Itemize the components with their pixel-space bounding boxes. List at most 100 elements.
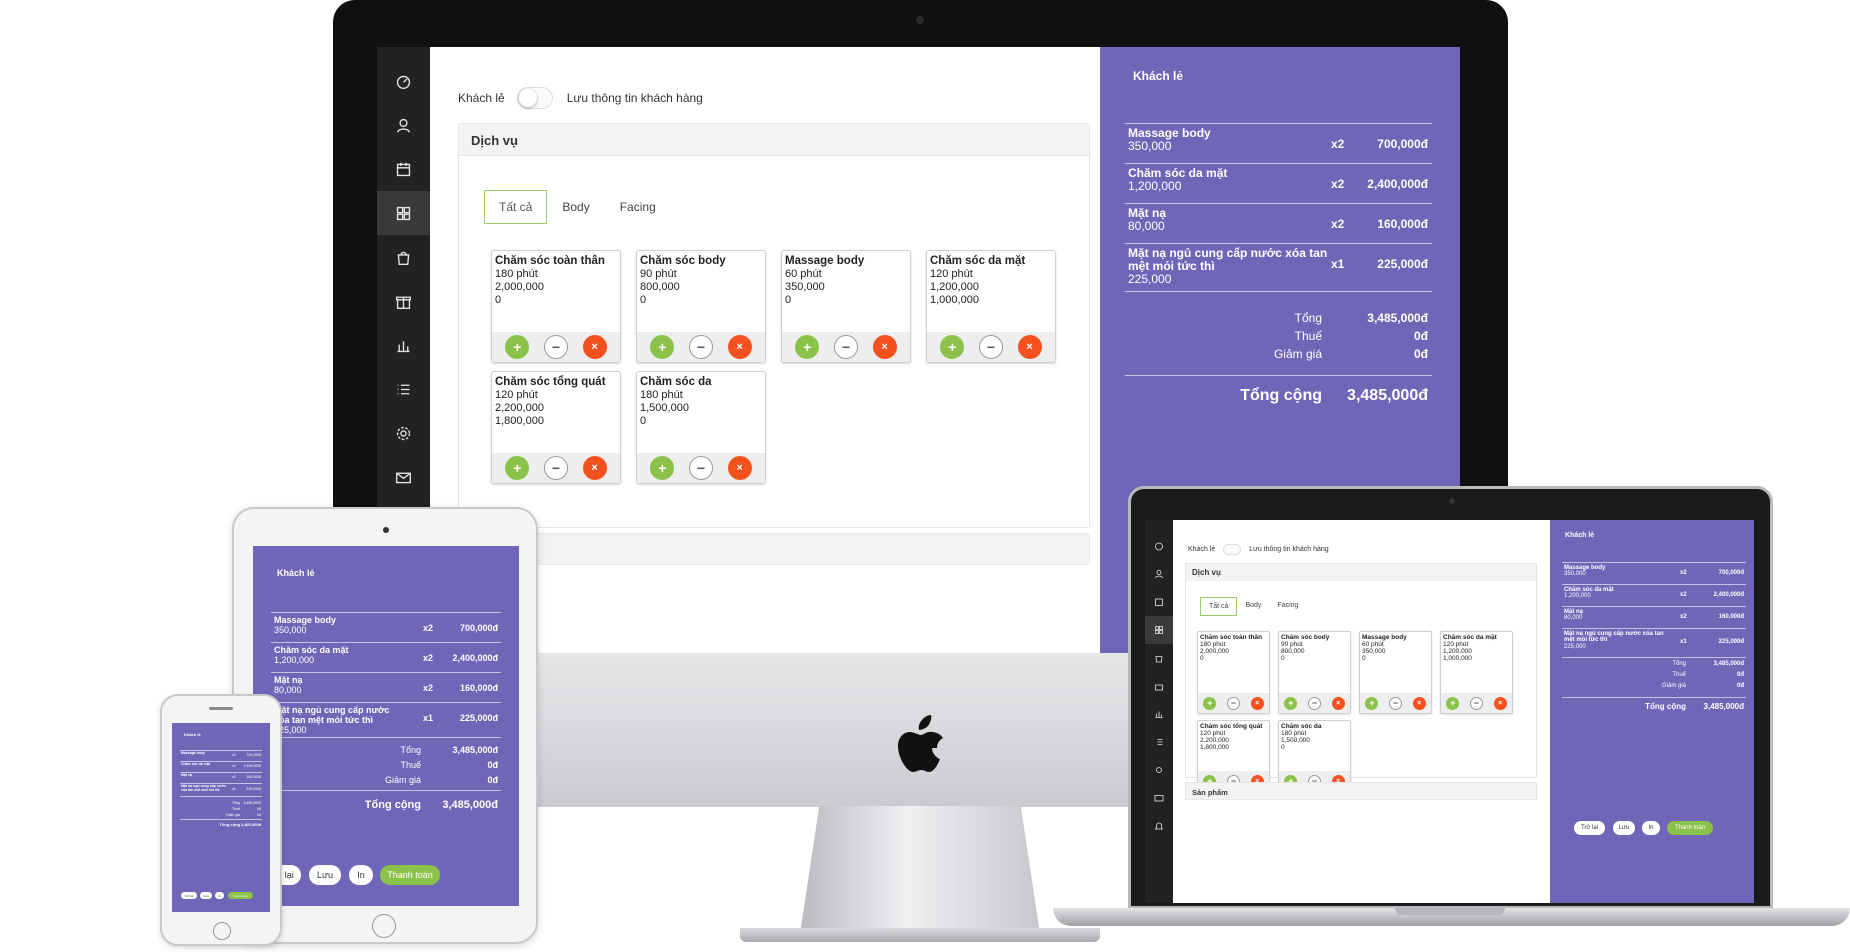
delete-button[interactable]: × (727, 456, 752, 480)
list-icon[interactable] (377, 367, 430, 411)
save-button[interactable]: Lưu (309, 865, 341, 885)
dashboard-icon[interactable] (377, 59, 430, 103)
back-button[interactable]: Trở lại (181, 892, 197, 899)
service-price: 350,000 (785, 281, 825, 293)
bill-items: Massage body x2 700,000đ Chăm sóc da mặt x2… (180, 750, 262, 797)
remove-button[interactable]: − (1307, 696, 1321, 710)
add-button[interactable]: + (940, 335, 965, 359)
pay-button[interactable]: Thanh toán (228, 892, 253, 899)
add-button[interactable]: + (1284, 696, 1298, 710)
gear-icon[interactable] (377, 411, 430, 455)
chart-icon[interactable] (377, 323, 430, 367)
products-panel-title[interactable]: Sản phẩm (1185, 782, 1537, 800)
service-card[interactable]: Chăm sóc body 90 phút 800,000 0 + − × (1278, 631, 1351, 714)
service-card[interactable]: Chăm sóc tổng quát 120 phút 2,200,000 1,… (491, 371, 621, 484)
pay-button[interactable]: Thanh toán (380, 865, 440, 885)
subtotal-value: 3,485,000đ (243, 801, 261, 805)
service-card[interactable]: Chăm sóc toàn thân 180 phút 2,000,000 0 … (491, 250, 621, 363)
delete-button[interactable]: × (1493, 696, 1507, 710)
delete-button[interactable]: × (1331, 696, 1345, 710)
remove-button[interactable]: − (543, 456, 568, 480)
remove-button[interactable]: − (833, 335, 858, 359)
bag-icon[interactable] (1145, 644, 1173, 672)
apple-logo-icon (898, 715, 943, 772)
service-card[interactable]: Chăm sóc da mặt 120 phút 1,200,000 1,000,00… (1440, 631, 1513, 714)
bag-icon[interactable] (377, 235, 430, 279)
service-price: 350,000 (1362, 648, 1386, 655)
customer-icon[interactable] (377, 103, 430, 147)
service-name: Massage body (785, 255, 865, 267)
add-button[interactable]: + (650, 335, 675, 359)
service-card[interactable]: Chăm sóc toàn thân 180 phút 2,000,000 0 + − × (1197, 631, 1270, 714)
remove-button[interactable]: − (1469, 696, 1483, 710)
service-card[interactable]: Chăm sóc da mặt 120 phút 1,200,000 1,000… (926, 250, 1056, 363)
mail-icon[interactable] (377, 455, 430, 499)
remove-button[interactable]: − (543, 335, 568, 359)
delete-button[interactable]: × (582, 335, 607, 359)
gift-icon[interactable] (1145, 672, 1173, 700)
discount-value: 0đ (487, 775, 498, 785)
gift-icon[interactable] (377, 279, 430, 323)
remove-button[interactable]: − (978, 335, 1003, 359)
total-value: 3,485,000đ (1347, 387, 1428, 404)
service-card[interactable]: Massage body 60 phút 350,000 0 + − × (1359, 631, 1432, 714)
tab-facing[interactable]: Facing (1269, 597, 1306, 616)
save-button[interactable]: Lưu (1613, 821, 1635, 835)
service-name: Chăm sóc body (1281, 634, 1330, 641)
service-actions: + − × (1279, 693, 1350, 713)
add-button[interactable]: + (1446, 696, 1460, 710)
gear-icon[interactable] (1145, 756, 1173, 784)
add-button[interactable]: + (505, 335, 530, 359)
delete-button[interactable]: × (872, 335, 897, 359)
service-card[interactable]: Chăm sóc da 180 phút 1,500,000 0 + − × (636, 371, 766, 484)
service-actions: + − × (1198, 693, 1269, 713)
delete-button[interactable]: × (1017, 335, 1042, 359)
calendar-icon[interactable] (1145, 588, 1173, 616)
list-icon[interactable] (1145, 728, 1173, 756)
delete-button[interactable]: × (1250, 696, 1264, 710)
delete-button[interactable]: × (582, 456, 607, 480)
print-button[interactable]: In (349, 865, 373, 885)
service-card[interactable]: Massage body 60 phút 350,000 0 + − × (781, 250, 911, 363)
remove-button[interactable]: − (1388, 696, 1402, 710)
tab-facing[interactable]: Facing (605, 190, 671, 224)
add-button[interactable]: + (650, 456, 675, 480)
remove-button[interactable]: − (1226, 696, 1240, 710)
add-button[interactable]: + (1365, 696, 1379, 710)
save-button[interactable]: Lưu (200, 892, 212, 899)
print-button[interactable]: In (215, 892, 224, 899)
customer-icon[interactable] (1145, 560, 1173, 588)
services-panel-title: Dịch vụ (1186, 564, 1536, 581)
add-button[interactable]: + (505, 456, 530, 480)
back-button[interactable]: Trở lại (1574, 821, 1605, 835)
calendar-icon[interactable] (377, 147, 430, 191)
add-button[interactable]: + (795, 335, 820, 359)
tab-body[interactable]: Body (547, 190, 604, 224)
products-panel[interactable] (458, 533, 1090, 565)
tax-label: Thuế (1672, 672, 1686, 678)
chart-icon[interactable] (1145, 700, 1173, 728)
grid-icon[interactable] (1145, 616, 1173, 644)
service-card[interactable]: Chăm sóc body 90 phút 800,000 0 + − × (636, 250, 766, 363)
item-price: 80,000 (1128, 219, 1165, 234)
print-button[interactable]: In (1642, 821, 1660, 835)
delete-button[interactable]: × (1412, 696, 1426, 710)
tab-body[interactable]: Body (1237, 597, 1269, 616)
total-value: 3,485,000đ (1703, 702, 1744, 711)
grid-icon[interactable] (377, 191, 430, 235)
dashboard-icon[interactable] (1145, 532, 1173, 560)
remove-button[interactable]: − (688, 456, 713, 480)
tab-all[interactable]: Tất cả (484, 190, 548, 224)
pay-button[interactable]: Thanh toán (1667, 821, 1713, 835)
delete-button[interactable]: × (727, 335, 752, 359)
customer-toggle[interactable] (1223, 544, 1242, 555)
customer-toggle[interactable] (516, 87, 553, 109)
service-qty: 0 (1200, 655, 1204, 662)
mail-icon[interactable] (1145, 784, 1173, 812)
add-button[interactable]: + (1203, 696, 1217, 710)
remove-button[interactable]: − (688, 335, 713, 359)
macbook-notch (1395, 908, 1505, 915)
tab-all[interactable]: Tất cả (1200, 597, 1238, 616)
bell-icon[interactable] (1145, 812, 1173, 840)
subtotal-value: 3,485,000đ (1713, 661, 1744, 667)
